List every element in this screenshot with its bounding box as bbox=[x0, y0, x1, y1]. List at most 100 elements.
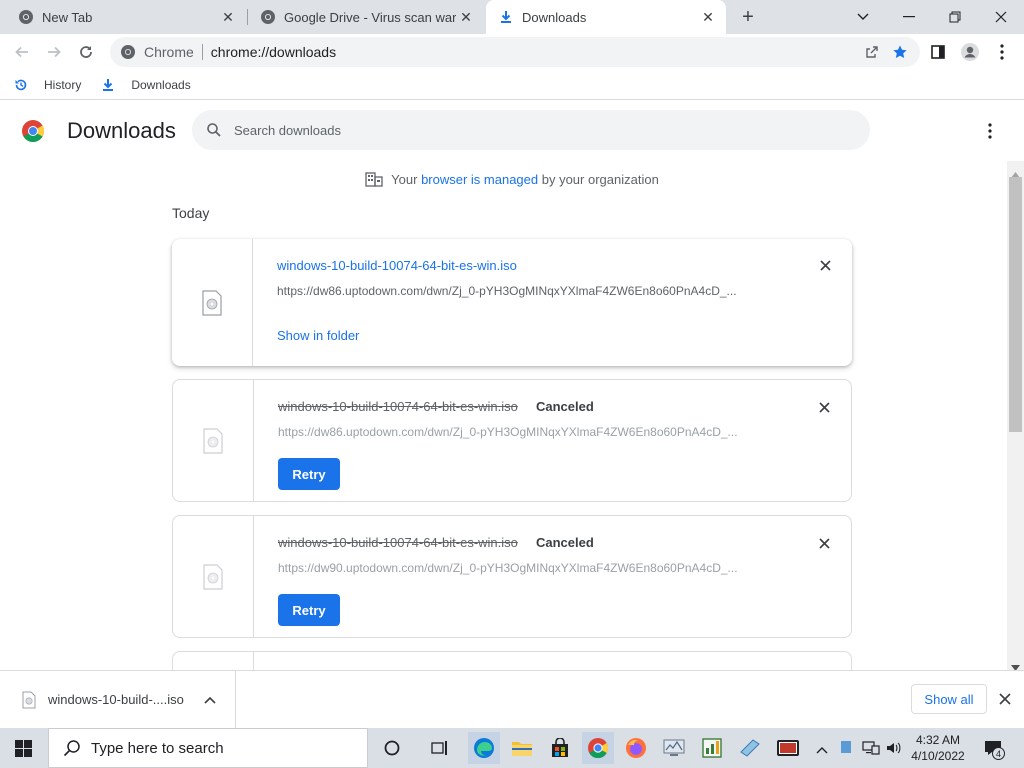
search-downloads[interactable] bbox=[192, 110, 870, 150]
file-icon bbox=[172, 239, 253, 366]
microsoft-store-icon[interactable] bbox=[544, 732, 576, 764]
download-icon bbox=[101, 78, 123, 92]
status-label: Canceled bbox=[536, 399, 594, 414]
file-explorer-icon[interactable] bbox=[506, 732, 538, 764]
show-in-folder-link[interactable]: Show in folder bbox=[277, 328, 359, 343]
restore-button[interactable] bbox=[932, 0, 978, 34]
tab-google-drive[interactable]: Google Drive - Virus scan warning ✕ bbox=[248, 0, 484, 34]
bookmark-history[interactable]: History bbox=[14, 78, 81, 92]
tray-app-icon[interactable] bbox=[840, 740, 852, 759]
remove-close-icon[interactable] bbox=[817, 536, 831, 550]
taskbar-clock[interactable]: 4:32 AM 4/10/2022 bbox=[906, 732, 970, 764]
chrome-icon bbox=[120, 44, 136, 60]
omnibox-chip: Chrome bbox=[144, 44, 194, 60]
file-icon bbox=[22, 691, 36, 709]
bookmarks-bar: History Downloads bbox=[0, 70, 1024, 100]
downloads-header: Downloads bbox=[0, 101, 1024, 161]
bookmark-label: Downloads bbox=[131, 77, 191, 92]
scrollbar[interactable] bbox=[1007, 161, 1024, 671]
notes-app-icon[interactable] bbox=[734, 732, 766, 764]
network-icon[interactable] bbox=[862, 740, 880, 761]
tab-strip: New Tab ✕ Google Drive - Virus scan warn… bbox=[0, 0, 1024, 34]
retry-button[interactable]: Retry bbox=[278, 458, 340, 490]
tab-search-icon[interactable] bbox=[840, 0, 886, 34]
chrome-icon bbox=[18, 9, 34, 25]
tab-close-icon[interactable]: ✕ bbox=[218, 7, 238, 27]
page-title: Downloads bbox=[67, 118, 176, 143]
omnibox-url[interactable]: chrome://downloads bbox=[211, 44, 336, 60]
managed-suffix: by your organization bbox=[538, 171, 659, 187]
date-section-header: Today bbox=[172, 205, 210, 221]
file-name-link[interactable]: windows-10-build-10074-64-bit-es-win.iso bbox=[277, 258, 517, 273]
shelf-download-item[interactable]: windows-10-build-....iso bbox=[0, 671, 236, 728]
close-window-button[interactable] bbox=[978, 0, 1024, 34]
globe-icon bbox=[260, 9, 276, 25]
task-view-icon[interactable] bbox=[424, 732, 456, 764]
monitor-app-icon[interactable] bbox=[658, 732, 690, 764]
search-input[interactable] bbox=[234, 122, 834, 138]
volume-icon[interactable] bbox=[886, 740, 902, 761]
file-url: https://dw90.uptodown.com/dwn/Zj_0-pYH3O… bbox=[278, 561, 738, 575]
managed-notice: Your browser is managed by your organiza… bbox=[0, 171, 1024, 187]
edge-icon[interactable] bbox=[468, 732, 500, 764]
back-button[interactable] bbox=[8, 38, 36, 66]
search-icon bbox=[63, 739, 81, 757]
chevron-up-icon[interactable] bbox=[204, 696, 216, 704]
scrollbar-thumb[interactable] bbox=[1009, 177, 1022, 432]
clock-date: 4/10/2022 bbox=[911, 749, 965, 763]
taskbar-search-box[interactable]: Type here to search bbox=[48, 728, 368, 768]
gta-app-icon[interactable] bbox=[772, 732, 804, 764]
toolbar: Chrome chrome://downloads bbox=[0, 34, 1024, 70]
clock-time: 4:32 AM bbox=[915, 733, 961, 747]
bookmark-label: History bbox=[44, 77, 82, 92]
download-shelf: windows-10-build-....iso Show all bbox=[0, 670, 1024, 728]
show-all-button[interactable]: Show all bbox=[911, 684, 987, 714]
search-icon bbox=[206, 122, 222, 138]
cortana-icon[interactable] bbox=[376, 732, 408, 764]
tab-title: Downloads bbox=[522, 9, 587, 25]
status-label: Canceled bbox=[536, 535, 594, 550]
chrome-taskbar-icon[interactable] bbox=[582, 732, 614, 764]
remove-close-icon[interactable] bbox=[818, 258, 832, 272]
tab-downloads[interactable]: Downloads ✕ bbox=[486, 0, 726, 34]
close-shelf-icon[interactable] bbox=[999, 693, 1011, 705]
retry-button[interactable]: Retry bbox=[278, 594, 340, 626]
file-url: https://dw86.uptodown.com/dwn/Zj_0-pYH3O… bbox=[278, 425, 738, 439]
managed-link[interactable]: browser is managed bbox=[421, 172, 538, 187]
windows-start-icon[interactable] bbox=[15, 740, 32, 762]
forward-button[interactable] bbox=[40, 38, 68, 66]
download-item: windows-10-build-10074-64-bit-es-win.iso… bbox=[172, 515, 852, 638]
reload-button[interactable] bbox=[72, 38, 100, 66]
managed-prefix: Your bbox=[391, 171, 422, 187]
omnibox[interactable]: Chrome chrome://downloads bbox=[110, 37, 920, 67]
file-url: https://dw86.uptodown.com/dwn/Zj_0-pYH3O… bbox=[277, 284, 737, 298]
minimize-button[interactable] bbox=[886, 0, 932, 34]
bookmark-star-icon[interactable] bbox=[892, 44, 908, 60]
tab-title: Google Drive - Virus scan warning bbox=[284, 9, 456, 25]
tab-close-icon[interactable]: ✕ bbox=[698, 7, 718, 27]
bookmark-downloads[interactable]: Downloads bbox=[101, 77, 191, 92]
download-icon bbox=[498, 9, 514, 25]
windows-taskbar: Type here to search 4:32 AM 4/10/2022 4 bbox=[0, 728, 1024, 768]
share-icon[interactable] bbox=[864, 44, 880, 60]
profile-avatar-icon[interactable] bbox=[956, 38, 984, 66]
history-icon bbox=[14, 78, 36, 92]
browser-menu-icon[interactable] bbox=[988, 38, 1016, 66]
chrome-logo-icon bbox=[21, 119, 45, 148]
file-name: windows-10-build-10074-64-bit-es-win.iso bbox=[278, 535, 518, 550]
firefox-icon[interactable] bbox=[620, 732, 652, 764]
more-actions-icon[interactable] bbox=[980, 121, 1000, 141]
side-panel-icon[interactable] bbox=[924, 38, 952, 66]
building-icon bbox=[365, 171, 383, 187]
notification-count-badge: 4 bbox=[992, 747, 1005, 760]
tab-title: New Tab bbox=[42, 9, 93, 25]
tab-close-icon[interactable]: ✕ bbox=[456, 7, 476, 27]
omnibox-divider bbox=[201, 44, 203, 60]
chevron-up-icon[interactable] bbox=[816, 741, 828, 759]
notifications-icon[interactable]: 4 bbox=[983, 738, 1005, 760]
remove-close-icon[interactable] bbox=[817, 400, 831, 414]
new-tab-button[interactable]: + bbox=[734, 4, 762, 30]
tab-new-tab[interactable]: New Tab ✕ bbox=[0, 0, 246, 34]
chart-app-icon[interactable] bbox=[696, 732, 728, 764]
file-icon bbox=[173, 516, 254, 637]
